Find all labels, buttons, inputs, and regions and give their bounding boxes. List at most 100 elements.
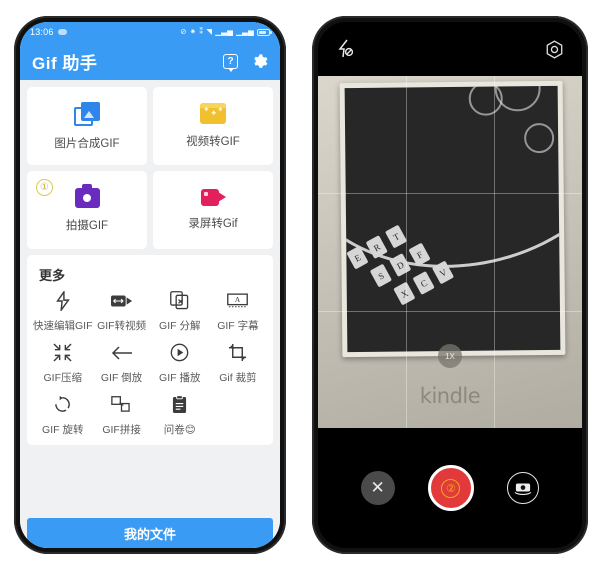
more-title: 更多	[39, 268, 66, 283]
kindle-wordmark: kindle	[419, 384, 481, 408]
step-badge-2: ②	[441, 478, 461, 498]
card-label: 视频转GIF	[186, 136, 240, 148]
crop-icon	[228, 342, 247, 363]
switch-camera-button[interactable]	[507, 472, 540, 504]
help-icon[interactable]: ?	[223, 53, 238, 72]
photos-icon	[74, 101, 100, 126]
hd-icon: ⁑	[199, 27, 204, 37]
compress-icon	[53, 342, 72, 363]
card-screenrec-to-gif[interactable]: 录屏转Gif	[153, 171, 273, 249]
tool-label: 问卷😊	[163, 424, 196, 436]
status-bar: 13:06 ⊘ ✷ ⁑ ◥ ▁▃▅ ▁▃▅	[20, 22, 280, 42]
tool-label: GIF拼接	[102, 424, 141, 436]
phone-right: E R T S D F X C V kindle 1X ✕ ②	[312, 16, 588, 554]
play-icon	[170, 342, 189, 363]
key: V	[432, 260, 455, 285]
tool-quick-edit-gif[interactable]: 快速编辑GIF	[33, 290, 93, 333]
subtitle-icon: A	[227, 290, 249, 311]
right-screen: E R T S D F X C V kindle 1X ✕ ②	[318, 22, 582, 548]
signal-icon: ▁▃▅	[215, 27, 234, 37]
tool-gif-stitch[interactable]: GIF拼接	[93, 394, 151, 437]
wifi-icon: ◥	[206, 27, 213, 37]
tool-label: 快速编辑GIF	[33, 320, 93, 332]
tool-label: GIF 旋转	[42, 424, 84, 436]
help-icon-label: ?	[227, 55, 234, 67]
camera-icon	[74, 184, 100, 208]
camera-top-bar	[318, 22, 582, 76]
key: S	[370, 263, 393, 288]
tool-label: Gif 裁剪	[219, 372, 257, 384]
tool-gif-to-video[interactable]: GIF转视频	[93, 290, 151, 333]
tool-grid-spacer	[209, 394, 267, 437]
battery-icon	[257, 28, 272, 36]
more-tools-grid: 快速编辑GIF GIF转视频 GIF 分解 A GIF 字幕 GIF压缩 GIF…	[33, 290, 267, 437]
tool-label: GIF转视频	[97, 320, 147, 332]
tool-label: GIF 分解	[159, 320, 201, 332]
card-label: 图片合成GIF	[54, 137, 120, 150]
key: E	[346, 245, 369, 270]
left-screen: 13:06 ⊘ ✷ ⁑ ◥ ▁▃▅ ▁▃▅ Gif 助手 ? 图片合成GIF ✦…	[20, 22, 280, 548]
reverse-arrow-icon	[111, 342, 133, 363]
tool-gif-crop[interactable]: Gif 裁剪	[209, 342, 267, 385]
key: R	[365, 235, 389, 260]
split-frames-icon	[170, 290, 189, 311]
tool-label: GIF压缩	[43, 372, 83, 384]
status-bar-left: 13:06	[30, 27, 67, 37]
more-panel: 更多 快速编辑GIF GIF转视频 GIF 分解 A GIF 字幕 GIF压缩 …	[27, 255, 273, 445]
video-convert-icon	[110, 290, 133, 311]
card-label: 录屏转Gif	[188, 218, 238, 230]
key: D	[389, 253, 412, 278]
card-capture-gif[interactable]: ① 拍摄GIF	[27, 171, 147, 249]
tool-gif-split[interactable]: GIF 分解	[151, 290, 209, 333]
grid-line	[493, 76, 495, 428]
rotate-icon	[53, 394, 72, 415]
card-video-to-gif[interactable]: ✦ ✦ ✦ 视频转GIF	[153, 87, 273, 165]
tool-survey[interactable]: 问卷😊	[151, 394, 209, 437]
tool-gif-rotate[interactable]: GIF 旋转	[33, 394, 93, 437]
grid-line	[405, 76, 407, 428]
bluetooth-icon: ✷	[189, 27, 197, 37]
key: T	[385, 224, 408, 249]
status-bar-right: ⊘ ✷ ⁑ ◥ ▁▃▅ ▁▃▅	[180, 27, 272, 37]
key: C	[412, 271, 436, 296]
card-images-to-gif[interactable]: 图片合成GIF	[27, 87, 147, 165]
tool-label: GIF 倒放	[100, 372, 143, 384]
kindle-screen-content: E R T S D F X C V	[344, 85, 561, 353]
tool-label: GIF 播放	[159, 372, 201, 384]
grid-line	[318, 310, 582, 312]
app-title: Gif 助手	[32, 53, 98, 73]
app-bar: Gif 助手 ?	[20, 42, 280, 80]
lightning-icon	[54, 290, 72, 311]
zoom-level-button[interactable]: 1X	[438, 344, 462, 368]
camera-controls: ✕ ②	[318, 428, 582, 548]
my-files-button[interactable]: 我的文件	[27, 518, 273, 548]
app-body: 图片合成GIF ✦ ✦ ✦ 视频转GIF ① 拍摄GIF 录屏转Gif 更多 快…	[20, 80, 280, 548]
flash-off-icon[interactable]	[336, 39, 356, 59]
tool-gif-reverse[interactable]: GIF 倒放	[93, 342, 151, 385]
grid-line	[318, 193, 582, 195]
step-badge-1: ①	[36, 179, 53, 196]
cloud-pill-icon	[57, 29, 67, 35]
svg-text:A: A	[235, 294, 241, 303]
tool-gif-compress[interactable]: GIF压缩	[33, 342, 93, 385]
card-label: 拍摄GIF	[65, 219, 109, 232]
tool-gif-subtitle[interactable]: A GIF 字幕	[209, 290, 267, 333]
app-bar-actions: ?	[223, 53, 268, 72]
record-button[interactable]: ②	[427, 465, 474, 511]
close-button[interactable]: ✕	[360, 471, 395, 505]
key: X	[393, 281, 416, 306]
camera-settings-icon[interactable]	[545, 39, 564, 59]
clapperboard-icon: ✦ ✦ ✦	[200, 103, 226, 124]
video-camera-icon	[200, 189, 226, 206]
signal-icon-2: ▁▃▅	[236, 27, 254, 37]
clipboard-icon	[172, 394, 187, 415]
status-time: 13:06	[30, 27, 54, 37]
main-cards-grid: 图片合成GIF ✦ ✦ ✦ 视频转GIF ① 拍摄GIF 录屏转Gif	[27, 87, 273, 249]
tool-gif-play[interactable]: GIF 播放	[151, 342, 209, 385]
camera-viewfinder[interactable]: E R T S D F X C V kindle 1X	[318, 76, 582, 428]
screenshot-root: 13:06 ⊘ ✷ ⁑ ◥ ▁▃▅ ▁▃▅ Gif 助手 ? 图片合成GIF ✦…	[0, 0, 600, 563]
tool-label: GIF 字幕	[217, 320, 259, 332]
mute-icon: ⊘	[180, 27, 187, 37]
gear-icon[interactable]	[251, 53, 268, 70]
kindle-device: E R T S D F X C V	[339, 80, 566, 358]
